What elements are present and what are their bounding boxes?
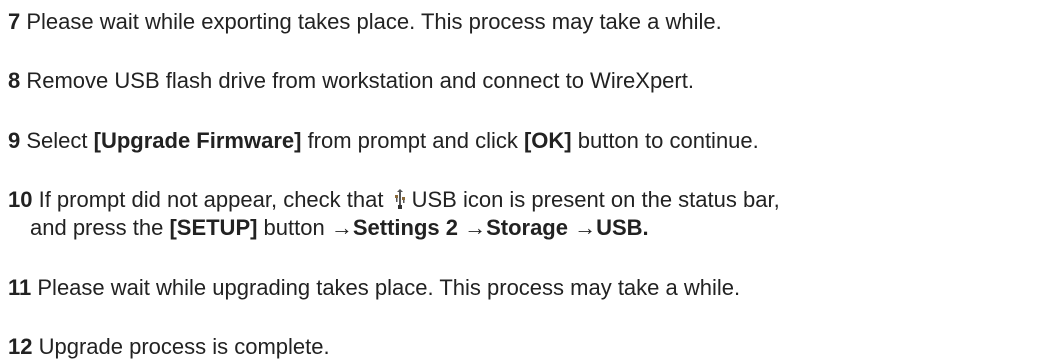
instruction-steps: 7 Please wait while exporting takes plac… [0, 0, 1054, 363]
step-text: button to continue. [571, 128, 759, 153]
step-text: Remove USB flash drive from workstation … [20, 68, 694, 93]
step-text: Please wait while upgrading takes place.… [31, 275, 741, 300]
step-number: 9 [8, 128, 21, 153]
step-text: USB icon is present on the status bar, [411, 187, 780, 212]
step-text: button [257, 215, 331, 240]
step-text: If prompt did not appear, check that [32, 187, 390, 212]
step-text: Please wait while exporting takes place.… [20, 9, 722, 34]
step-10-continued: and press the [SETUP] button →Settings 2… [30, 214, 649, 242]
step-number: 8 [8, 68, 21, 93]
step-text: from prompt and click [301, 128, 524, 153]
step-text: Upgrade process is complete. [32, 334, 330, 359]
step-9: 9 Select [Upgrade Firmware] from prompt … [8, 127, 759, 155]
usb-icon [394, 189, 405, 209]
step-11: 11 Please wait while upgrading takes pla… [8, 274, 740, 302]
step-8: 8 Remove USB flash drive from workstatio… [8, 67, 694, 95]
step-10: 10 If prompt did not appear, check that … [8, 186, 780, 214]
step-number: 10 [8, 187, 33, 212]
upgrade-firmware-label: [Upgrade Firmware] [93, 128, 302, 153]
step-number: 12 [8, 334, 33, 359]
step-number: 11 [8, 275, 32, 300]
ok-label: [OK] [523, 128, 572, 153]
setup-label: [SETUP] [169, 215, 258, 240]
step-7: 7 Please wait while exporting takes plac… [8, 8, 722, 36]
step-number: 7 [8, 9, 21, 34]
step-text: Select [20, 128, 94, 153]
step-text: and press the [30, 215, 170, 240]
settings-path-label: →Settings 2 →Storage →USB. [330, 215, 649, 240]
step-12: 12 Upgrade process is complete. [8, 333, 330, 361]
